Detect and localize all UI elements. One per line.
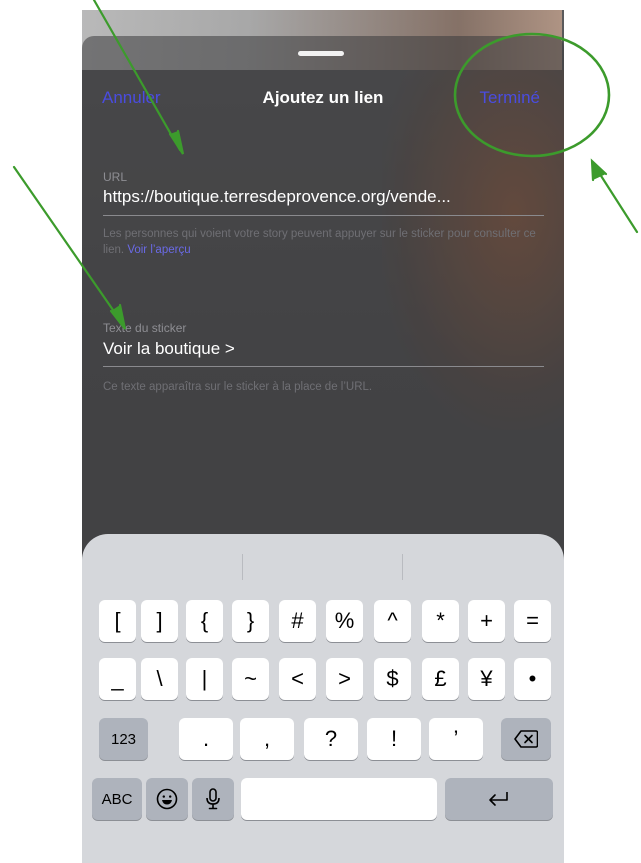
key-close-bracket[interactable]: ] [141, 600, 178, 642]
key-tilde[interactable]: ~ [232, 658, 269, 700]
return-key[interactable] [445, 778, 553, 820]
key-caret[interactable]: ^ [374, 600, 411, 642]
key-pipe[interactable]: | [186, 658, 223, 700]
key-dollar[interactable]: $ [374, 658, 411, 700]
url-field[interactable]: https://boutique.terresdeprovence.org/ve… [103, 187, 543, 207]
backspace-icon [514, 730, 538, 748]
key-apostrophe[interactable]: ’ [429, 718, 483, 760]
suggestion-divider [242, 554, 243, 580]
key-pound[interactable]: £ [422, 658, 459, 700]
key-yen[interactable]: ¥ [468, 658, 505, 700]
key-question[interactable]: ? [304, 718, 358, 760]
url-helper-text: Les personnes qui voient votre story peu… [103, 226, 548, 258]
done-button[interactable]: Terminé [480, 88, 540, 108]
numbers-key[interactable]: 123 [99, 718, 148, 760]
phone-screen: Annuler Ajoutez un lien Terminé URL http… [82, 10, 564, 863]
key-equals[interactable]: = [514, 600, 551, 642]
key-greater-than[interactable]: > [326, 658, 363, 700]
emoji-icon [156, 788, 178, 810]
key-open-brace[interactable]: { [186, 600, 223, 642]
preview-link[interactable]: Voir l’aperçu [127, 244, 190, 256]
keyboard: [ ] { } # % ^ * + = _ \ | ~ < > $ £ ¥ • … [82, 534, 564, 863]
key-plus[interactable]: + [468, 600, 505, 642]
return-icon [489, 792, 508, 806]
key-hash[interactable]: # [279, 600, 316, 642]
key-comma[interactable]: , [240, 718, 294, 760]
sticker-text-field[interactable]: Voir la boutique > [103, 339, 543, 359]
space-key[interactable] [241, 778, 437, 820]
annotation-arrowhead [590, 158, 608, 182]
suggestion-divider [402, 554, 403, 580]
key-backslash[interactable]: \ [141, 658, 178, 700]
delete-key[interactable] [501, 718, 551, 760]
url-label: URL [103, 170, 128, 184]
sticker-helper-text: Ce texte apparaîtra sur le sticker à la … [103, 381, 373, 393]
sticker-text-underline [103, 366, 544, 367]
key-exclamation[interactable]: ! [367, 718, 421, 760]
dictation-key[interactable] [192, 778, 234, 820]
abc-key[interactable]: ABC [92, 778, 142, 820]
key-period[interactable]: . [179, 718, 233, 760]
annotation-arrow [594, 166, 639, 234]
key-underscore[interactable]: _ [99, 658, 136, 700]
key-less-than[interactable]: < [279, 658, 316, 700]
microphone-icon [206, 788, 220, 810]
key-close-brace[interactable]: } [232, 600, 269, 642]
key-asterisk[interactable]: * [422, 600, 459, 642]
key-bullet[interactable]: • [514, 658, 551, 700]
sticker-text-label: Texte du sticker [103, 321, 187, 335]
url-underline [103, 215, 544, 216]
emoji-key[interactable] [146, 778, 188, 820]
sheet-grabber[interactable] [298, 51, 344, 56]
key-open-bracket[interactable]: [ [99, 600, 136, 642]
key-percent[interactable]: % [326, 600, 363, 642]
